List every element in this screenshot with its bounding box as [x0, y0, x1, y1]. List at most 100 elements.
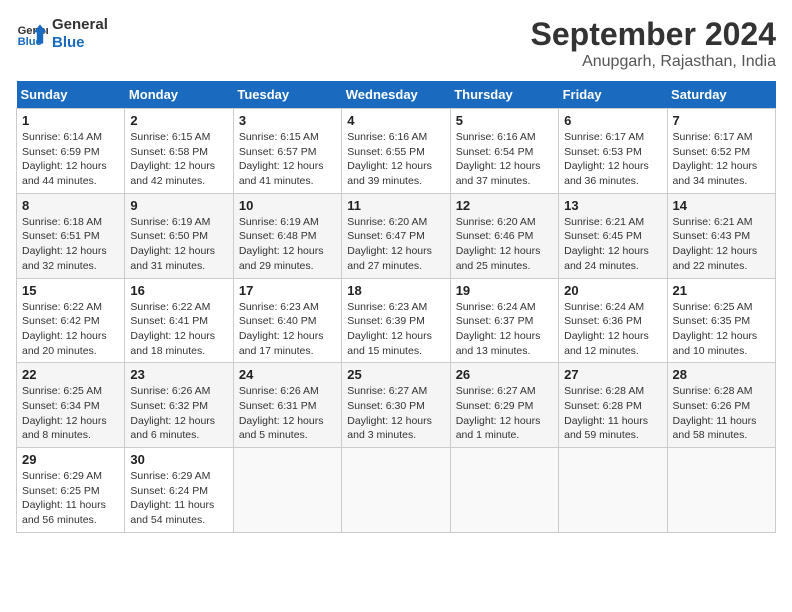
day-info: Sunrise: 6:22 AMSunset: 6:42 PMDaylight:… — [22, 300, 119, 359]
logo-icon: General Blue — [16, 18, 48, 50]
calendar-day-24: 24 Sunrise: 6:26 AMSunset: 6:31 PMDaylig… — [233, 363, 341, 448]
logo-text-general: General — [52, 16, 108, 34]
day-info: Sunrise: 6:18 AMSunset: 6:51 PMDaylight:… — [22, 215, 119, 274]
empty-cell — [667, 448, 775, 533]
calendar-day-15: 15 Sunrise: 6:22 AMSunset: 6:42 PMDaylig… — [17, 278, 125, 363]
calendar-day-3: 3 Sunrise: 6:15 AMSunset: 6:57 PMDayligh… — [233, 109, 341, 194]
day-info: Sunrise: 6:17 AMSunset: 6:53 PMDaylight:… — [564, 130, 661, 189]
calendar-day-6: 6 Sunrise: 6:17 AMSunset: 6:53 PMDayligh… — [559, 109, 667, 194]
calendar-day-22: 22 Sunrise: 6:25 AMSunset: 6:34 PMDaylig… — [17, 363, 125, 448]
day-number: 20 — [564, 283, 661, 298]
logo-text-blue: Blue — [52, 34, 108, 52]
header-wednesday: Wednesday — [342, 81, 450, 109]
calendar-day-13: 13 Sunrise: 6:21 AMSunset: 6:45 PMDaylig… — [559, 193, 667, 278]
day-number: 1 — [22, 113, 119, 128]
calendar-day-4: 4 Sunrise: 6:16 AMSunset: 6:55 PMDayligh… — [342, 109, 450, 194]
day-info: Sunrise: 6:23 AMSunset: 6:39 PMDaylight:… — [347, 300, 444, 359]
calendar-day-1: 1 Sunrise: 6:14 AMSunset: 6:59 PMDayligh… — [17, 109, 125, 194]
day-number: 30 — [130, 452, 227, 467]
header-thursday: Thursday — [450, 81, 558, 109]
day-number: 24 — [239, 367, 336, 382]
calendar-week-2: 8 Sunrise: 6:18 AMSunset: 6:51 PMDayligh… — [17, 193, 776, 278]
calendar-day-29: 29 Sunrise: 6:29 AMSunset: 6:25 PMDaylig… — [17, 448, 125, 533]
calendar-day-26: 26 Sunrise: 6:27 AMSunset: 6:29 PMDaylig… — [450, 363, 558, 448]
day-number: 11 — [347, 198, 444, 213]
calendar-table: Sunday Monday Tuesday Wednesday Thursday… — [16, 81, 776, 533]
day-number: 16 — [130, 283, 227, 298]
day-info: Sunrise: 6:25 AMSunset: 6:34 PMDaylight:… — [22, 384, 119, 443]
empty-cell — [450, 448, 558, 533]
empty-cell — [233, 448, 341, 533]
day-info: Sunrise: 6:24 AMSunset: 6:37 PMDaylight:… — [456, 300, 553, 359]
calendar-day-30: 30 Sunrise: 6:29 AMSunset: 6:24 PMDaylig… — [125, 448, 233, 533]
header-saturday: Saturday — [667, 81, 775, 109]
day-info: Sunrise: 6:27 AMSunset: 6:30 PMDaylight:… — [347, 384, 444, 443]
calendar-day-21: 21 Sunrise: 6:25 AMSunset: 6:35 PMDaylig… — [667, 278, 775, 363]
day-info: Sunrise: 6:28 AMSunset: 6:26 PMDaylight:… — [673, 384, 770, 443]
logo: General Blue General Blue — [16, 16, 108, 52]
calendar-day-27: 27 Sunrise: 6:28 AMSunset: 6:28 PMDaylig… — [559, 363, 667, 448]
day-number: 27 — [564, 367, 661, 382]
day-headers-row: Sunday Monday Tuesday Wednesday Thursday… — [17, 81, 776, 109]
day-info: Sunrise: 6:28 AMSunset: 6:28 PMDaylight:… — [564, 384, 661, 443]
day-number: 2 — [130, 113, 227, 128]
day-info: Sunrise: 6:15 AMSunset: 6:58 PMDaylight:… — [130, 130, 227, 189]
calendar-week-1: 1 Sunrise: 6:14 AMSunset: 6:59 PMDayligh… — [17, 109, 776, 194]
day-info: Sunrise: 6:16 AMSunset: 6:55 PMDaylight:… — [347, 130, 444, 189]
day-info: Sunrise: 6:29 AMSunset: 6:25 PMDaylight:… — [22, 469, 119, 528]
day-number: 23 — [130, 367, 227, 382]
day-number: 18 — [347, 283, 444, 298]
day-info: Sunrise: 6:21 AMSunset: 6:43 PMDaylight:… — [673, 215, 770, 274]
day-number: 7 — [673, 113, 770, 128]
calendar-day-5: 5 Sunrise: 6:16 AMSunset: 6:54 PMDayligh… — [450, 109, 558, 194]
day-number: 12 — [456, 198, 553, 213]
title-block: September 2024 Anupgarh, Rajasthan, Indi… — [531, 16, 776, 71]
day-info: Sunrise: 6:17 AMSunset: 6:52 PMDaylight:… — [673, 130, 770, 189]
day-number: 13 — [564, 198, 661, 213]
calendar-day-14: 14 Sunrise: 6:21 AMSunset: 6:43 PMDaylig… — [667, 193, 775, 278]
day-number: 5 — [456, 113, 553, 128]
day-number: 29 — [22, 452, 119, 467]
day-info: Sunrise: 6:14 AMSunset: 6:59 PMDaylight:… — [22, 130, 119, 189]
day-number: 4 — [347, 113, 444, 128]
day-info: Sunrise: 6:29 AMSunset: 6:24 PMDaylight:… — [130, 469, 227, 528]
day-number: 14 — [673, 198, 770, 213]
calendar-day-18: 18 Sunrise: 6:23 AMSunset: 6:39 PMDaylig… — [342, 278, 450, 363]
calendar-day-7: 7 Sunrise: 6:17 AMSunset: 6:52 PMDayligh… — [667, 109, 775, 194]
day-info: Sunrise: 6:16 AMSunset: 6:54 PMDaylight:… — [456, 130, 553, 189]
header-friday: Friday — [559, 81, 667, 109]
day-info: Sunrise: 6:23 AMSunset: 6:40 PMDaylight:… — [239, 300, 336, 359]
month-year-title: September 2024 — [531, 16, 776, 53]
day-number: 28 — [673, 367, 770, 382]
header-sunday: Sunday — [17, 81, 125, 109]
day-number: 8 — [22, 198, 119, 213]
day-number: 17 — [239, 283, 336, 298]
day-info: Sunrise: 6:19 AMSunset: 6:48 PMDaylight:… — [239, 215, 336, 274]
calendar-day-8: 8 Sunrise: 6:18 AMSunset: 6:51 PMDayligh… — [17, 193, 125, 278]
header-tuesday: Tuesday — [233, 81, 341, 109]
calendar-week-3: 15 Sunrise: 6:22 AMSunset: 6:42 PMDaylig… — [17, 278, 776, 363]
calendar-day-19: 19 Sunrise: 6:24 AMSunset: 6:37 PMDaylig… — [450, 278, 558, 363]
day-number: 19 — [456, 283, 553, 298]
day-number: 6 — [564, 113, 661, 128]
day-number: 3 — [239, 113, 336, 128]
calendar-day-9: 9 Sunrise: 6:19 AMSunset: 6:50 PMDayligh… — [125, 193, 233, 278]
day-info: Sunrise: 6:24 AMSunset: 6:36 PMDaylight:… — [564, 300, 661, 359]
calendar-week-4: 22 Sunrise: 6:25 AMSunset: 6:34 PMDaylig… — [17, 363, 776, 448]
calendar-day-10: 10 Sunrise: 6:19 AMSunset: 6:48 PMDaylig… — [233, 193, 341, 278]
day-info: Sunrise: 6:27 AMSunset: 6:29 PMDaylight:… — [456, 384, 553, 443]
calendar-day-12: 12 Sunrise: 6:20 AMSunset: 6:46 PMDaylig… — [450, 193, 558, 278]
day-info: Sunrise: 6:25 AMSunset: 6:35 PMDaylight:… — [673, 300, 770, 359]
calendar-day-2: 2 Sunrise: 6:15 AMSunset: 6:58 PMDayligh… — [125, 109, 233, 194]
day-number: 9 — [130, 198, 227, 213]
day-number: 10 — [239, 198, 336, 213]
day-number: 21 — [673, 283, 770, 298]
day-info: Sunrise: 6:15 AMSunset: 6:57 PMDaylight:… — [239, 130, 336, 189]
header-monday: Monday — [125, 81, 233, 109]
empty-cell — [342, 448, 450, 533]
calendar-day-28: 28 Sunrise: 6:28 AMSunset: 6:26 PMDaylig… — [667, 363, 775, 448]
calendar-week-5: 29 Sunrise: 6:29 AMSunset: 6:25 PMDaylig… — [17, 448, 776, 533]
calendar-day-23: 23 Sunrise: 6:26 AMSunset: 6:32 PMDaylig… — [125, 363, 233, 448]
page-header: General Blue General Blue September 2024… — [16, 16, 776, 71]
day-info: Sunrise: 6:19 AMSunset: 6:50 PMDaylight:… — [130, 215, 227, 274]
